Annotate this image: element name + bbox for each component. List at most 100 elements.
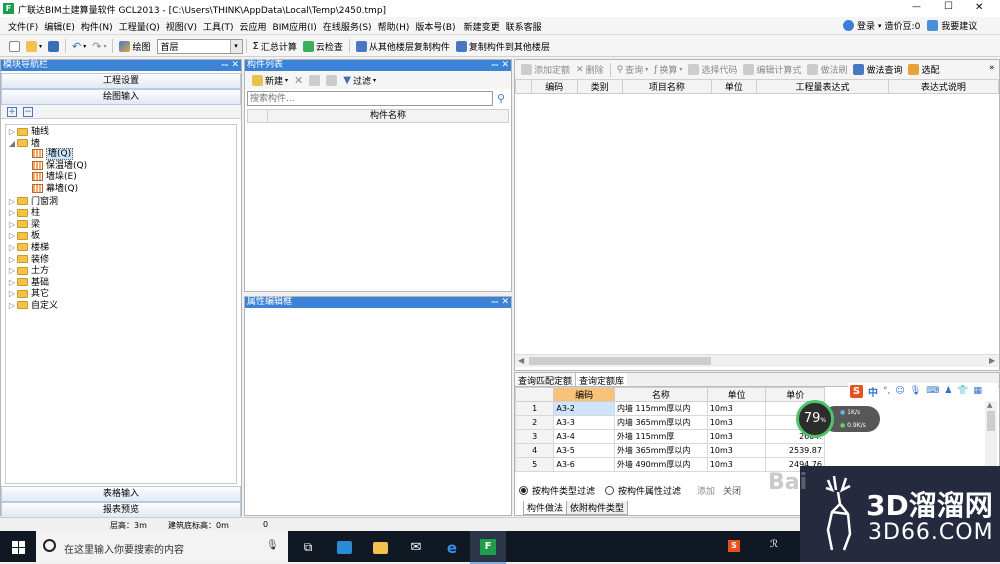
tree-item[interactable]: 幕墙(Q) bbox=[6, 183, 236, 196]
filter-button[interactable]: ▼ 过滤 ▾ bbox=[340, 72, 379, 88]
open-button[interactable]: ▾ bbox=[23, 38, 45, 54]
shirt-icon[interactable]: 👕 bbox=[957, 386, 968, 396]
tree-item[interactable]: ▷ 梁 bbox=[6, 219, 236, 231]
expand-toggle-icon[interactable]: ▷ bbox=[8, 277, 16, 289]
menu-item-7[interactable]: BIM应用(I) bbox=[273, 20, 317, 33]
close-icon[interactable]: ✕ bbox=[231, 60, 239, 71]
menu-item-11[interactable]: 新建变更 bbox=[464, 20, 500, 33]
tree-item[interactable]: ▷ 基础 bbox=[6, 277, 236, 289]
expand-toggle-icon[interactable]: ▷ bbox=[8, 196, 16, 208]
tab-attached-type[interactable]: 依附构件类型 bbox=[567, 501, 629, 515]
taskbar-edge[interactable]: e bbox=[434, 531, 470, 564]
taskbar-mail[interactable]: ✉ bbox=[398, 531, 434, 564]
radio-attr-filter[interactable] bbox=[605, 486, 615, 495]
tab-match-quota[interactable]: 查询匹配定额 bbox=[515, 373, 577, 387]
expand-toggle-icon[interactable]: ▷ bbox=[8, 207, 16, 219]
convert-button[interactable]: ƒ 换算 ▾ bbox=[651, 62, 685, 78]
mic-icon[interactable]: 🎙 bbox=[910, 386, 921, 396]
tree-item[interactable]: 墙(Q) bbox=[6, 148, 236, 161]
table-input-button[interactable]: 表格输入 bbox=[1, 486, 241, 502]
new-component-button[interactable]: 新建 ▾ bbox=[249, 72, 291, 88]
scroll-thumb[interactable] bbox=[529, 357, 711, 365]
tray-sogou-icon[interactable]: S bbox=[728, 540, 740, 552]
menu-item-4[interactable]: 视图(V) bbox=[166, 20, 197, 33]
sum-calc-button[interactable]: Σ 汇总计算 bbox=[250, 38, 300, 54]
copy-to-floor-button[interactable]: 复制构件到其他楼层 bbox=[453, 38, 553, 54]
method-query-button[interactable]: 做法查询 bbox=[850, 62, 905, 78]
horizontal-scrollbar[interactable]: ◀ ▶ bbox=[515, 354, 999, 367]
tree-item[interactable]: ▷ 板 bbox=[6, 230, 236, 242]
expand-toggle-icon[interactable]: ▷ bbox=[8, 219, 16, 231]
menu-item-2[interactable]: 构件(N) bbox=[81, 20, 113, 33]
ime-lang[interactable]: 中 bbox=[868, 384, 878, 399]
layer-button[interactable] bbox=[323, 72, 340, 88]
method-brush-button[interactable]: 做法刷 bbox=[804, 62, 850, 78]
tree-item[interactable]: ▷ 其它 bbox=[6, 288, 236, 300]
start-button[interactable] bbox=[0, 531, 36, 564]
scroll-right-icon[interactable]: ▶ bbox=[989, 356, 995, 365]
floor-select[interactable]: 首层 ▾ bbox=[156, 38, 243, 54]
expand-toggle-icon[interactable]: ▷ bbox=[8, 300, 16, 312]
copy-component-button[interactable] bbox=[306, 72, 323, 88]
menu-item-6[interactable]: 云应用 bbox=[240, 20, 267, 33]
component-search-input[interactable] bbox=[247, 91, 493, 106]
expand-toggle-icon[interactable]: ▷ bbox=[8, 230, 16, 242]
pin-icon[interactable]: ꟷ bbox=[491, 60, 498, 71]
tree-item[interactable]: ▷ 楼梯 bbox=[6, 242, 236, 254]
edit-formula-button[interactable]: 编辑计算式 bbox=[740, 62, 804, 78]
task-view-button[interactable]: ⧉ bbox=[290, 531, 326, 564]
tree-item[interactable]: 保温墙(Q) bbox=[6, 160, 236, 173]
menu-item-5[interactable]: 工具(T) bbox=[203, 20, 234, 33]
expand-toggle-icon[interactable]: ◢ bbox=[8, 138, 16, 150]
menu-item-1[interactable]: 编辑(E) bbox=[44, 20, 75, 33]
tree-item[interactable]: 墙垛(E) bbox=[6, 172, 236, 184]
select-match-button[interactable]: 选配 bbox=[905, 62, 942, 78]
select-code-button[interactable]: 选择代码 bbox=[685, 62, 740, 78]
punct-icon[interactable]: °, bbox=[883, 386, 890, 396]
skin-icon[interactable]: ♟ bbox=[944, 386, 952, 396]
delete-button[interactable]: ✕ 删除 bbox=[573, 62, 607, 78]
delete-component-button[interactable]: ✕ bbox=[291, 72, 306, 88]
redo-button[interactable]: ↷ ▾ bbox=[89, 38, 109, 54]
taskbar-search[interactable]: 在这里输入你要搜索的内容 🎙 bbox=[36, 531, 288, 562]
minimize-button[interactable]: — bbox=[912, 2, 921, 12]
quota-row[interactable]: 4 A3-5 外墙 365mm厚以内 10m3 2539.87 bbox=[514, 443, 825, 458]
price-bean[interactable]: 造价豆:0 bbox=[885, 19, 921, 32]
login-link[interactable]: 登录 bbox=[857, 19, 875, 32]
tree-item[interactable]: ▷ 装修 bbox=[6, 254, 236, 266]
close-icon[interactable]: ✕ bbox=[501, 60, 509, 71]
taskbar-app-remote[interactable] bbox=[326, 531, 362, 564]
quota-row[interactable]: 3A3-4外墙 115mm厚10m32604. bbox=[514, 429, 825, 444]
menu-item-3[interactable]: 工程量(Q) bbox=[119, 20, 160, 33]
taskbar-file-explorer[interactable] bbox=[362, 531, 398, 564]
search-icon[interactable]: ⚲ bbox=[497, 92, 505, 105]
sogou-icon[interactable]: S bbox=[850, 384, 863, 398]
tray-user-icon[interactable]: ℛ bbox=[770, 539, 778, 550]
microphone-icon[interactable]: 🎙 bbox=[266, 540, 279, 551]
cloud-check-button[interactable]: 云检查 bbox=[300, 38, 346, 54]
taskbar-glodon[interactable]: F bbox=[470, 531, 506, 564]
suggest-link[interactable]: 我要建议 bbox=[941, 19, 977, 32]
tree-item[interactable]: ▷ 柱 bbox=[6, 207, 236, 219]
expand-toggle-icon[interactable]: ▷ bbox=[8, 242, 16, 254]
expand-toggle-icon[interactable]: ▷ bbox=[8, 126, 16, 138]
report-preview-button[interactable]: 报表预览 bbox=[1, 502, 241, 518]
quota-row[interactable]: 1 A3-2 内墙 115mm厚以内 10m3 bbox=[514, 401, 825, 416]
expand-all-icon[interactable]: + bbox=[7, 107, 17, 117]
expand-toggle-icon[interactable]: ▷ bbox=[8, 265, 16, 277]
expand-toggle-icon[interactable]: ▷ bbox=[8, 288, 16, 300]
more-icon[interactable]: » bbox=[989, 63, 995, 73]
pin-icon[interactable]: ꟷ bbox=[221, 60, 228, 71]
save-button[interactable] bbox=[45, 38, 62, 54]
menu-item-9[interactable]: 帮助(H) bbox=[378, 20, 410, 33]
menu-item-10[interactable]: 版本号(B) bbox=[415, 20, 455, 33]
new-file-button[interactable] bbox=[6, 38, 23, 54]
drawing-input-button[interactable]: 绘图输入 bbox=[1, 89, 241, 105]
tree-item[interactable]: ▷ 土方 bbox=[6, 265, 236, 277]
add-button[interactable]: 添加 bbox=[697, 484, 715, 497]
tree-item[interactable]: ▷ 轴线 bbox=[6, 126, 236, 138]
keyboard-icon[interactable]: ⌨ bbox=[926, 386, 939, 396]
expand-toggle-icon[interactable]: ▷ bbox=[8, 254, 16, 266]
emoji-icon[interactable]: ☺ bbox=[895, 386, 904, 396]
undo-button[interactable]: ↶ ▾ bbox=[69, 38, 89, 54]
